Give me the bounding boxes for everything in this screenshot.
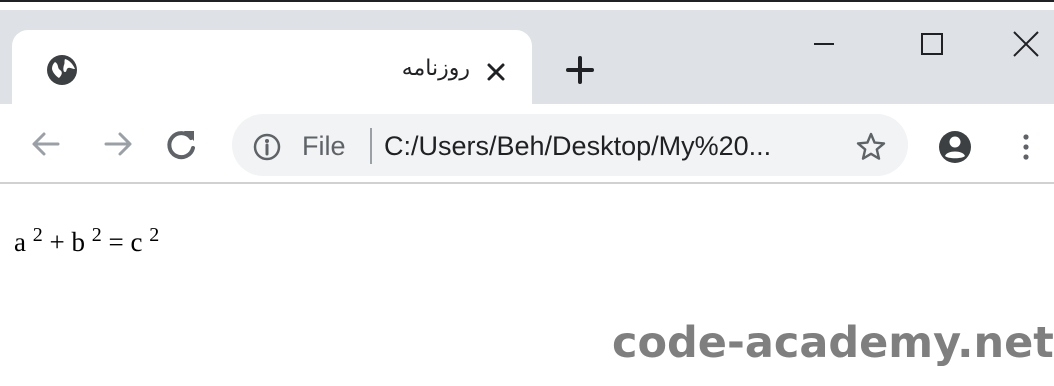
window-top-border [0, 0, 1054, 10]
maximize-button[interactable] [910, 22, 954, 66]
formula-plus: + [49, 227, 65, 257]
star-icon[interactable] [854, 130, 888, 164]
more-vert-icon[interactable] [1016, 128, 1036, 166]
info-icon[interactable] [252, 132, 282, 162]
account-icon[interactable] [936, 128, 974, 166]
omnibox-divider [370, 128, 372, 164]
formula-a-exponent: 2 [32, 224, 43, 246]
url-text[interactable]: C:/Users/Beh/Desktop/My%20... [384, 128, 771, 164]
globe-icon [47, 55, 77, 85]
formula-c: c [130, 227, 143, 257]
formula-a: a [14, 227, 26, 257]
new-tab-button[interactable] [560, 50, 600, 90]
back-button[interactable] [24, 122, 68, 166]
minimize-button[interactable] [802, 22, 846, 66]
formula-b-exponent: 2 [91, 224, 102, 246]
reload-button[interactable] [160, 122, 204, 166]
scheme-label: File [302, 131, 346, 161]
window-close-button[interactable] [1004, 22, 1048, 66]
watermark: code-academy.net [612, 318, 1054, 368]
formula-c-exponent: 2 [149, 224, 160, 246]
close-icon[interactable] [484, 60, 508, 84]
formula-b: b [71, 227, 85, 257]
formula-equals: = [108, 227, 124, 257]
tab-title: روزنامه [401, 56, 470, 81]
pythagorean-formula: a 2 + b 2 = c 2 [14, 224, 159, 258]
forward-button[interactable] [96, 122, 140, 166]
